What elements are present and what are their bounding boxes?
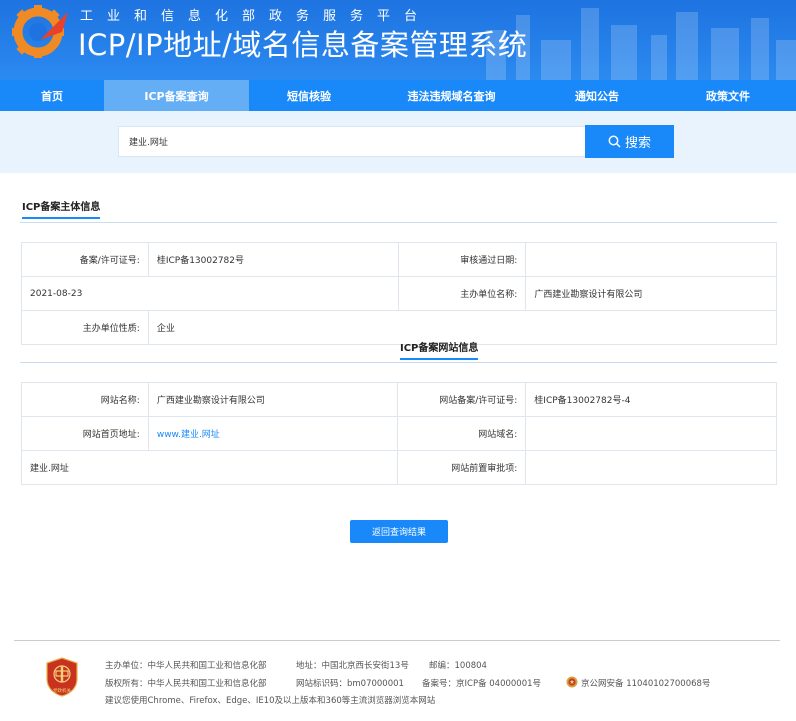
nav-policy-docs[interactable]: 政策文件 xyxy=(660,80,796,111)
homepage-label: 网站首页地址: xyxy=(21,416,149,451)
website-info-table: 网站名称: 广西建业勘察设计有限公司 网站备案/许可证号: 桂ICP备13002… xyxy=(20,382,777,485)
approve-date-cell xyxy=(525,242,777,277)
nav-home[interactable]: 首页 xyxy=(0,80,104,111)
approve-date-value: 2021-08-23 xyxy=(21,276,399,311)
search-button-label: 搜索 xyxy=(624,135,651,150)
nav-sms-verify[interactable]: 短信核验 xyxy=(249,80,369,111)
site-name-label: 网站名称: xyxy=(21,382,149,417)
nav-illegal-domain-query[interactable]: 违法违规域名查询 xyxy=(369,80,534,111)
section-divider xyxy=(20,362,777,363)
search-area: 搜索 xyxy=(0,111,796,173)
org-name-label: 主办单位名称: xyxy=(397,276,527,311)
domain-value: 建业.网址 xyxy=(20,450,399,485)
license-label: 备案/许可证号: xyxy=(21,242,149,277)
police-emblem-icon xyxy=(566,676,578,688)
search-input[interactable] xyxy=(118,126,586,157)
party-government-badge-icon: 党政机关 xyxy=(46,657,78,697)
search-icon xyxy=(608,135,621,148)
site-header: 工业和信息化部政务服务平台 ICP/IP地址/域名信息备案管理系统 xyxy=(0,0,796,80)
site-name-value: 广西建业勘察设计有限公司 xyxy=(147,382,399,417)
org-name-value: 广西建业勘察设计有限公司 xyxy=(525,276,777,311)
org-type-label: 主办单位性质: xyxy=(21,310,149,345)
miit-logo-icon xyxy=(12,5,68,58)
footer-copyright: 版权所有：中华人民共和国工业和信息化部 xyxy=(105,679,267,689)
site-license-value: 桂ICP备13002782号-4 xyxy=(525,382,777,417)
domain-label: 网站域名: xyxy=(397,416,527,451)
subject-section-title: ICP备案主体信息 xyxy=(22,198,101,219)
homepage-cell: www.建业.网址 xyxy=(147,416,399,451)
website-section-title: ICP备案网站信息 xyxy=(400,339,479,360)
footer-zip: 邮编：100804 xyxy=(429,661,487,671)
footer-address: 地址：中国北京西长安街13号 xyxy=(296,661,409,671)
footer-browser-note: 建议您使用Chrome、Firefox、Edge、IE10及以上版本和360等主… xyxy=(105,696,436,706)
footer-site-id: 网站标识码：bm07000001 xyxy=(296,679,404,689)
subject-info-table: 备案/许可证号: 桂ICP备13002782号 审核通过日期: 2021-08-… xyxy=(21,242,778,345)
nav-icp-query[interactable]: ICP备案查询 xyxy=(104,80,249,111)
nav-notices[interactable]: 通知公告 xyxy=(534,80,660,111)
footer-org: 主办单位：中华人民共和国工业和信息化部 xyxy=(105,661,267,671)
preapproval-value xyxy=(525,450,777,485)
section-divider xyxy=(20,222,777,223)
footer-icp-link[interactable]: 备案号：京ICP备 04000001号 xyxy=(422,677,541,689)
search-button[interactable]: 搜索 xyxy=(585,125,674,158)
header-title: ICP/IP地址/域名信息备案管理系统 xyxy=(78,28,528,62)
back-to-results-button[interactable]: 返回查询结果 xyxy=(350,520,448,543)
section-title-underline xyxy=(22,217,101,219)
license-value: 桂ICP备13002782号 xyxy=(147,242,399,277)
footer-police-link[interactable]: 京公网安备 11040102700068号 xyxy=(581,677,710,689)
preapproval-label: 网站前置审批项: xyxy=(397,450,527,485)
domain-cell xyxy=(525,416,777,451)
site-license-label: 网站备案/许可证号: xyxy=(397,382,527,417)
approve-date-label: 审核通过日期: xyxy=(397,242,527,277)
svg-text:党政机关: 党政机关 xyxy=(53,687,71,694)
section-title-underline xyxy=(400,358,479,360)
homepage-link[interactable]: www.建业.网址 xyxy=(157,430,220,440)
main-nav: 首页 ICP备案查询 短信核验 违法违规域名查询 通知公告 政策文件 xyxy=(0,80,796,111)
footer-divider xyxy=(14,640,780,641)
